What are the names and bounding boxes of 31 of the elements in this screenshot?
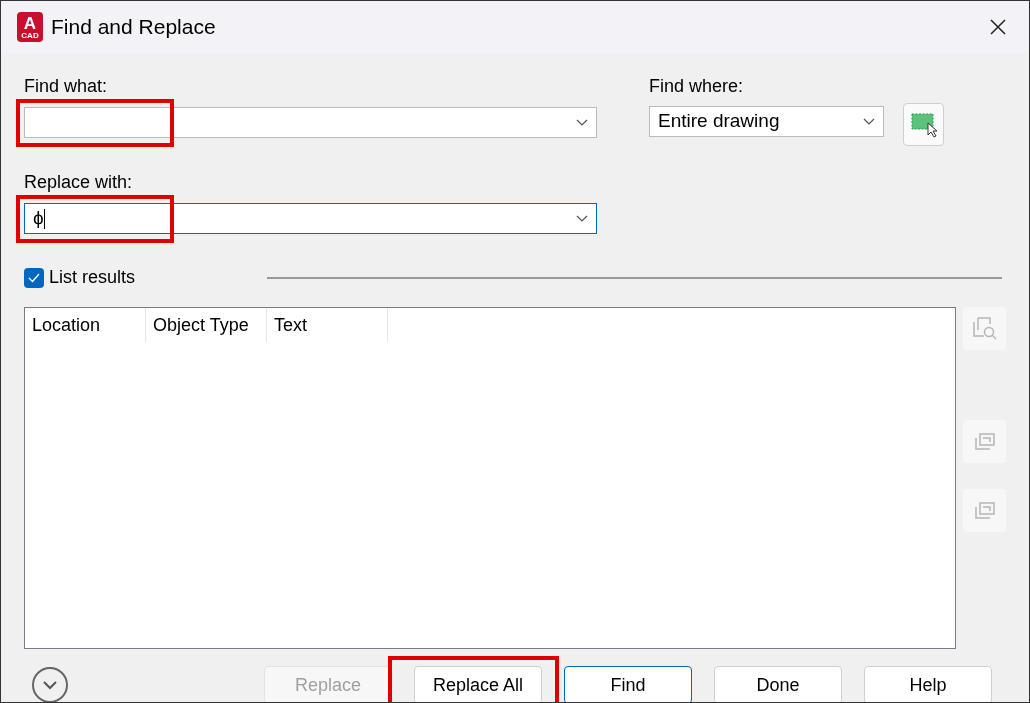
dialog-button[interactable]: Help bbox=[864, 666, 992, 702]
chevron-down-icon bbox=[863, 117, 875, 126]
dialog-button[interactable]: Find bbox=[564, 666, 692, 702]
close-icon bbox=[990, 19, 1006, 35]
expand-button[interactable] bbox=[32, 667, 68, 702]
combo-box[interactable]: ϕ bbox=[24, 203, 597, 234]
column-header[interactable]: Object Type bbox=[146, 308, 267, 342]
chevron-down-icon bbox=[576, 118, 588, 127]
select-objects-button[interactable] bbox=[903, 103, 944, 146]
selection-cursor-icon bbox=[909, 110, 938, 139]
field-label: Replace with: bbox=[24, 171, 134, 194]
column-header[interactable]: Text bbox=[267, 308, 388, 342]
dialog-button[interactable]: Done bbox=[714, 666, 842, 702]
chevron-down-icon bbox=[42, 680, 58, 690]
stacked-windows-icon bbox=[972, 499, 997, 522]
checkmark-icon bbox=[28, 272, 40, 283]
zoom-to-icon bbox=[971, 315, 998, 342]
combo-value: ϕ bbox=[33, 206, 46, 232]
dialog-button[interactable]: Replace All bbox=[414, 666, 542, 702]
checkbox-label: List results bbox=[49, 266, 136, 289]
column-header[interactable]: Location bbox=[25, 308, 146, 342]
combo-value: Entire drawing bbox=[658, 109, 781, 134]
stacked-windows-icon bbox=[972, 430, 997, 453]
chevron-down-icon bbox=[576, 214, 588, 223]
window-title: Find and Replace bbox=[51, 14, 216, 41]
checkbox[interactable] bbox=[24, 267, 44, 288]
field-label: Find what: bbox=[24, 75, 109, 98]
combo-box[interactable] bbox=[24, 107, 597, 138]
app-logo: A CAD bbox=[17, 12, 43, 42]
field-label: Find where: bbox=[649, 75, 745, 98]
combo-box[interactable]: Entire drawing bbox=[649, 106, 884, 137]
